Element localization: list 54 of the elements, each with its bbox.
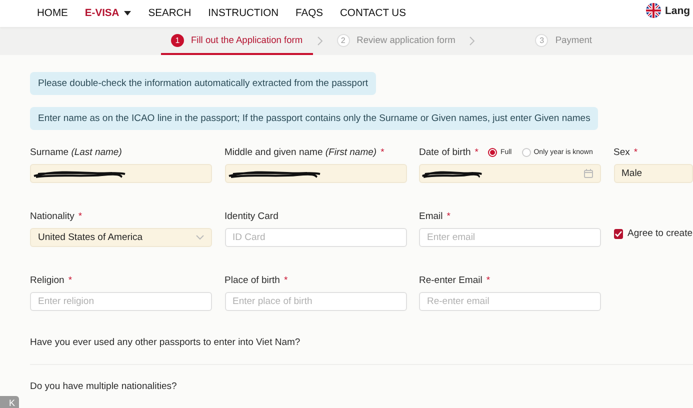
nav-link[interactable]: CONTACT US <box>340 8 406 19</box>
chevron-icon <box>316 36 323 46</box>
required-mark: * <box>634 146 638 158</box>
field-label: Date of birth <box>419 146 471 158</box>
chevron-icon <box>469 36 476 46</box>
field-value: Male <box>622 168 644 179</box>
question-text: Do you have multiple nationalities? <box>30 381 178 394</box>
placeholder-text: Enter place of birth <box>232 296 314 307</box>
step-tab[interactable]: 1 Fill out the Application form <box>161 27 313 55</box>
required-mark: * <box>78 210 82 222</box>
field-label: Nationality <box>30 210 74 222</box>
dropdown-field[interactable]: United States of America <box>30 228 212 247</box>
language-selector[interactable]: Lang <box>665 4 690 16</box>
field-label: Re-enter Email <box>419 274 482 286</box>
input-field[interactable] <box>30 164 212 183</box>
info-notice: Enter name as on the ICAO line in the passport; If the passport contains only the Surname or Given names, just enter Given names <box>30 107 598 130</box>
chevron-down-icon <box>196 235 204 240</box>
placeholder-text: Enter email <box>427 232 476 243</box>
flag-icon <box>646 3 661 18</box>
placeholder-text: Enter religion <box>38 296 95 307</box>
field-label: Middle and given name (First name) <box>224 146 377 158</box>
date-field[interactable] <box>419 164 601 183</box>
checkbox-label: Agree to create <box>628 228 692 239</box>
required-mark: * <box>486 274 490 286</box>
step-number: 2 <box>336 34 350 46</box>
placeholder-text: Re-enter email <box>427 296 490 307</box>
nav-link[interactable]: FAQS <box>296 8 323 19</box>
required-mark: * <box>380 146 384 158</box>
input-field[interactable]: Male <box>614 164 692 183</box>
field-value: United States of America <box>38 232 144 243</box>
step-number: 1 <box>171 34 184 46</box>
nav-link[interactable]: HOME <box>37 8 68 19</box>
nav-link[interactable]: SEARCH <box>148 8 192 19</box>
nav-link[interactable]: INSTRUCTION <box>208 8 279 19</box>
required-mark: * <box>68 274 72 286</box>
calendar-icon <box>584 169 593 178</box>
field-label: Place of birth <box>224 274 280 286</box>
required-mark: * <box>284 274 288 286</box>
field-label: Religion <box>30 274 64 286</box>
field-label: Email <box>419 210 443 222</box>
radio-button[interactable] <box>488 148 498 156</box>
step-number: 3 <box>535 34 548 46</box>
required-mark: * <box>474 146 478 158</box>
checkbox[interactable] <box>614 228 623 238</box>
field-label: Identity Card <box>224 210 278 222</box>
nav-link[interactable]: E-VISA <box>84 8 132 19</box>
question-text: Have you ever used any other passports to enter into Viet Nam? <box>30 337 302 350</box>
info-notice: Please double-check the information automatically extracted from the passport <box>30 72 376 95</box>
field-label: Surname (Last name) <box>30 146 122 158</box>
input-field[interactable] <box>224 164 406 183</box>
field-label: Sex <box>614 146 630 158</box>
placeholder-text: ID Card <box>232 232 266 243</box>
required-mark: * <box>446 210 450 222</box>
check-icon <box>614 230 622 236</box>
